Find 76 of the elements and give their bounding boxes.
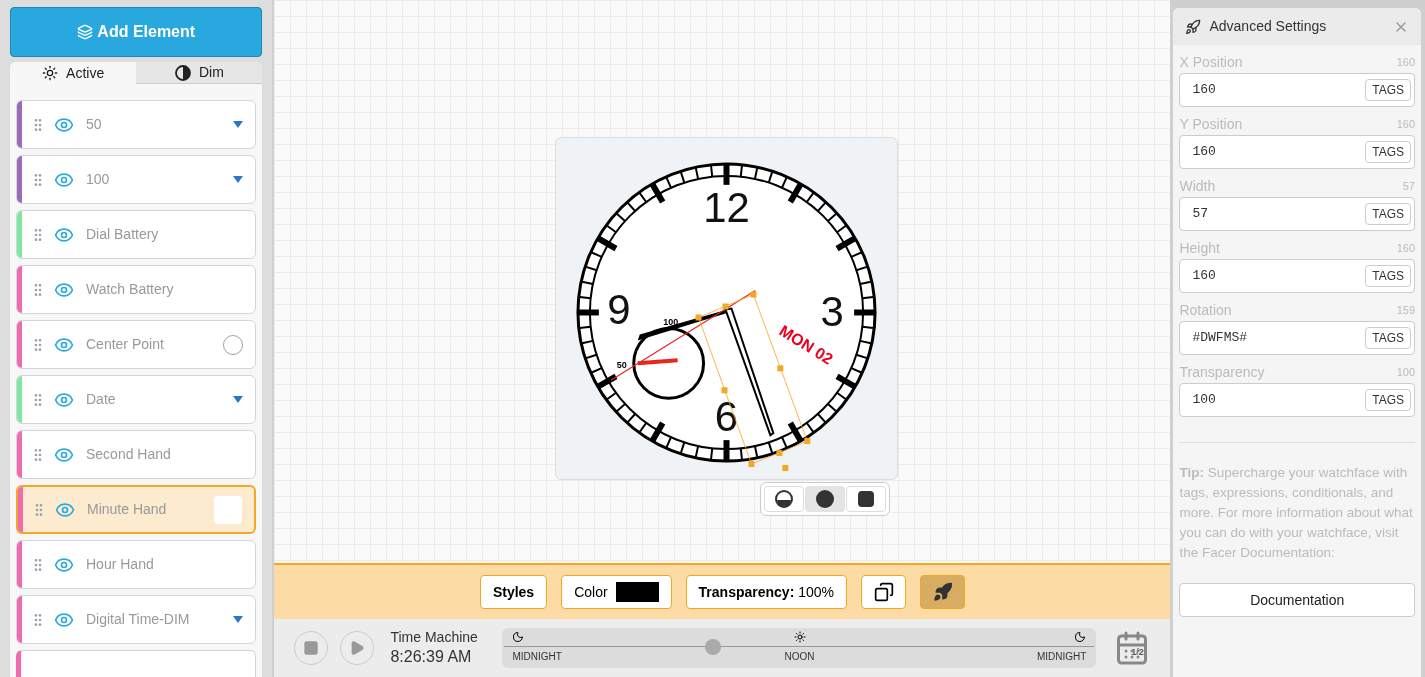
field-label: Rotation: [1179, 300, 1232, 320]
field-value: #DWFMS#: [1192, 329, 1249, 348]
input-field[interactable]: 57 TAGS: [1179, 197, 1415, 231]
field-value: 160: [1192, 143, 1217, 162]
time-slider-thumb[interactable]: [705, 639, 722, 655]
moon-icon: [512, 631, 525, 643]
input-field[interactable]: 160 TAGS: [1179, 259, 1415, 293]
panel-title: Advanced Settings: [1209, 17, 1328, 36]
dropdown-caret-icon[interactable]: [233, 176, 244, 183]
input-field[interactable]: 100 TAGS: [1179, 383, 1415, 417]
tags-button[interactable]: TAGS: [1365, 389, 1411, 411]
dropdown-caret-icon[interactable]: [233, 396, 244, 403]
dropdown-caret-icon[interactable]: [233, 121, 244, 128]
field-value: 160: [1192, 81, 1217, 100]
field-label: Height: [1179, 238, 1220, 258]
documentation-button[interactable]: Documentation: [1179, 583, 1415, 617]
rocket-icon: [932, 582, 953, 602]
input-field[interactable]: 160 TAGS: [1179, 135, 1415, 169]
time-label: MIDNIGHT: [1037, 650, 1087, 664]
advanced-settings-button[interactable]: [920, 575, 965, 609]
layer-name: Dial Battery: [86, 225, 160, 244]
time-machine-time: 8:26:39 AM: [390, 646, 473, 667]
transparency-button[interactable]: Transparency: 100%: [685, 575, 847, 609]
layer-name: Watch Battery: [86, 280, 175, 299]
field-label: Transparency: [1179, 362, 1265, 382]
half-circle-icon: [773, 489, 794, 509]
layer-name: Center Point: [86, 335, 165, 354]
dial-numeral: 6: [714, 393, 739, 441]
contrast-icon: [174, 64, 191, 81]
layer-name: 50: [86, 115, 103, 134]
dropdown-caret-icon[interactable]: [233, 616, 244, 623]
color-button[interactable]: Color: [561, 575, 672, 609]
field-value: 57: [1192, 205, 1210, 224]
layers-icon: [77, 24, 94, 40]
dial-numeral: 12: [703, 183, 750, 231]
input-field[interactable]: 160 TAGS: [1179, 73, 1415, 107]
sun-icon: [42, 65, 59, 81]
tags-button[interactable]: TAGS: [1365, 265, 1411, 287]
layer-name: Digital Time-DIM: [86, 610, 191, 629]
moon-icon: [1074, 631, 1087, 643]
layer-name: 100: [86, 170, 111, 189]
layer-name: Second Hand: [86, 445, 172, 464]
rocket-icon: [1185, 18, 1202, 35]
dial-numeral: 3: [820, 288, 844, 336]
tags-button[interactable]: TAGS: [1365, 79, 1411, 101]
time-machine-title: Time Machine: [390, 629, 479, 647]
field-label: Width: [1179, 176, 1216, 196]
time-label: MIDNIGHT: [512, 650, 562, 664]
tip-text: Tip: Supercharge your watchface with tags, expressions, conditionals, and more. For more information about what you can do with your watchface, visit the Facer Documentation:: [1179, 464, 1414, 562]
play-icon: [349, 640, 366, 656]
input-field[interactable]: #DWFMS# TAGS: [1179, 321, 1415, 355]
styles-button[interactable]: Styles: [479, 575, 548, 609]
field-label: X Position: [1179, 52, 1243, 72]
subdial-label: 100: [663, 317, 679, 328]
layer-name: Date: [86, 390, 117, 409]
stop-icon: [303, 640, 320, 656]
layer-name: Minute Hand: [87, 500, 168, 519]
time-label: NOON: [784, 650, 815, 664]
field-label: Y Position: [1179, 114, 1243, 134]
display-mode-button[interactable]: [763, 486, 804, 512]
tags-button[interactable]: TAGS: [1365, 141, 1411, 163]
sun-icon: [794, 631, 807, 643]
field-value: 100: [1192, 391, 1217, 410]
color-swatch[interactable]: [214, 495, 243, 524]
field-value: 160: [1192, 267, 1217, 286]
tags-button[interactable]: TAGS: [1365, 203, 1411, 225]
square-icon: [857, 491, 874, 507]
subdial-label: 50: [616, 360, 627, 371]
tags-button[interactable]: TAGS: [1365, 327, 1411, 349]
tab[interactable]: Dim: [136, 62, 263, 84]
dial-numeral: 9: [607, 286, 631, 334]
stacked-squares-icon: [873, 582, 894, 602]
layer-name: Hour Hand: [86, 555, 155, 574]
display-mode-button[interactable]: [845, 486, 886, 512]
display-mode-button[interactable]: [804, 486, 845, 512]
layer-order-button[interactable]: [861, 575, 906, 609]
